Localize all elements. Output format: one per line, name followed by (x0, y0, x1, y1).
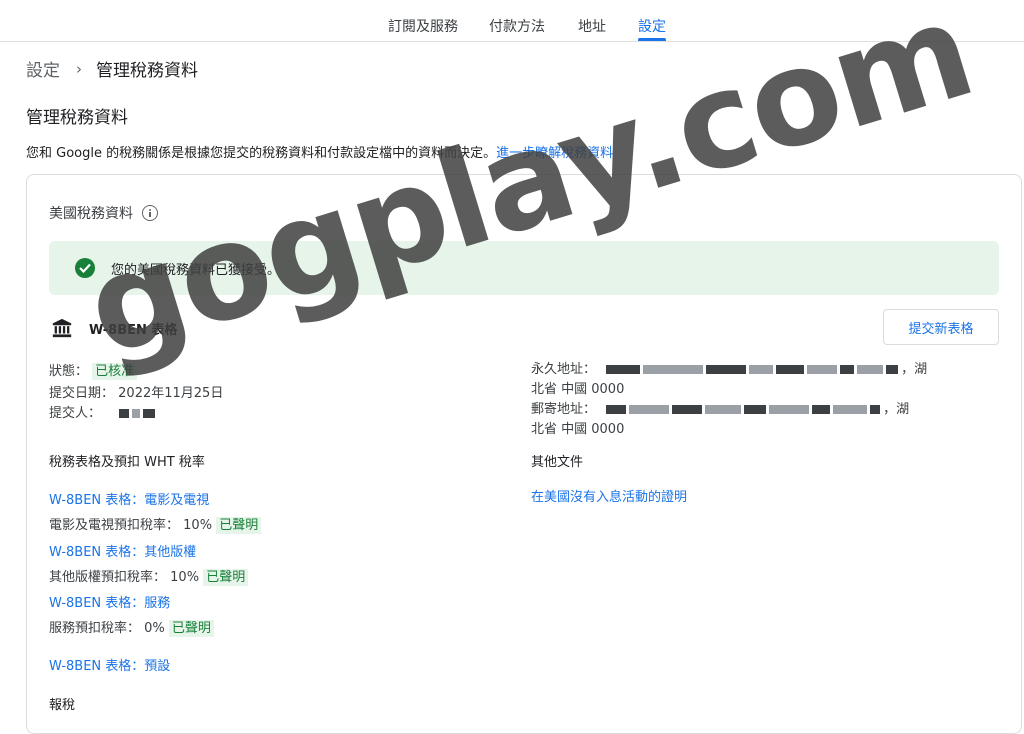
redacted-block (886, 365, 899, 374)
permanent-address-label: 永久地址： (531, 362, 597, 377)
redacted-block (870, 405, 881, 414)
card-title-text: 美國稅務資料 (49, 206, 133, 222)
tab-payment-methods[interactable]: 付款方法 (489, 16, 545, 36)
banner-text: 您的美國稅務資料已獲接受。 (111, 262, 281, 278)
redacted-block (749, 365, 774, 374)
submitter-row: 提交人： (49, 402, 158, 421)
other-docs-title: 其他文件 (531, 455, 584, 470)
status-label: 狀態： (49, 364, 89, 379)
form-link-film-tv[interactable]: W-8BEN 表格：電影及電視 (49, 489, 209, 508)
description-text: 您和 Google 的稅務關係是根據您提交的稅務資料和付款設定檔中的資料而決定。 (26, 146, 497, 161)
redacted-block (706, 365, 747, 374)
redacted-block (807, 365, 838, 374)
status-row: 狀態： 已核准 (49, 360, 138, 380)
redacted-block (769, 405, 810, 414)
active-tab-indicator (638, 38, 666, 41)
redacted-block (776, 365, 805, 374)
permanent-address-row: 永久地址： ，湖 (531, 358, 927, 377)
submitter-label: 提交人： (49, 406, 102, 421)
breadcrumb: 設定 › 管理稅務資料 (26, 56, 198, 82)
submit-date-value: 2022年11月25日 (118, 386, 224, 401)
info-icon[interactable] (142, 205, 158, 221)
tab-settings[interactable]: 設定 (638, 16, 666, 36)
page-title: 管理稅務資料 (26, 108, 128, 128)
tab-subscriptions[interactable]: 訂閱及服務 (388, 16, 458, 36)
redacted-block (606, 405, 627, 414)
rate-value: 0% (144, 621, 165, 636)
redacted-block (119, 409, 130, 418)
redacted-block (672, 405, 703, 414)
submit-date-row: 提交日期： 2022年11月25日 (49, 382, 223, 401)
form-link-services[interactable]: W-8BEN 表格：服務 (49, 592, 170, 611)
status-badge: 已核准 (92, 363, 138, 380)
redacted-block (606, 365, 641, 374)
redacted-block (705, 405, 742, 414)
status-badge: 已聲明 (203, 569, 249, 586)
us-tax-info-card: 美國稅務資料 您的美國稅務資料已獲接受。 W-8BEN 表格 提交新表格 狀態：… (26, 174, 1022, 734)
form-link-default[interactable]: W-8BEN 表格：預設 (49, 655, 170, 674)
submit-date-label: 提交日期： (49, 386, 115, 401)
form-name: W-8BEN 表格 (89, 322, 178, 338)
breadcrumb-settings-link[interactable]: 設定 (26, 56, 60, 81)
permanent-address-end: ，湖 (901, 362, 928, 377)
rate-row-services: 服務預扣稅率： 0% 已聲明 (49, 617, 214, 637)
redacted-block (812, 405, 831, 414)
no-us-income-proof-link[interactable]: 在美國沒有入息活動的證明 (531, 486, 687, 505)
redacted-block (143, 409, 156, 418)
permanent-address-line2: 北省 中國 0000 (531, 382, 625, 397)
rate-value: 10% (183, 518, 213, 533)
chevron-right-icon: › (76, 59, 82, 78)
rate-value: 10% (170, 570, 200, 585)
redacted-block (744, 405, 767, 414)
redacted-block (643, 365, 704, 374)
mailing-address-label: 郵寄地址： (531, 402, 597, 417)
withholding-title: 稅務表格及預扣 WHT 稅率 (49, 455, 205, 470)
rate-row-film-tv: 電影及電視預扣稅率： 10% 已聲明 (49, 514, 262, 534)
status-badge: 已聲明 (216, 517, 262, 534)
rate-label: 服務預扣稅率： (49, 621, 141, 636)
success-banner: 您的美國稅務資料已獲接受。 (49, 241, 999, 295)
reporting-title: 報稅 (49, 698, 76, 713)
form-header: W-8BEN 表格 (51, 317, 177, 339)
status-badge: 已聲明 (168, 620, 214, 637)
tab-addresses[interactable]: 地址 (578, 16, 606, 36)
redacted-block (629, 405, 670, 414)
learn-more-link[interactable]: 進一步瞭解稅務資料 (496, 146, 613, 161)
submit-new-form-button[interactable]: 提交新表格 (883, 309, 999, 345)
page-description: 您和 Google 的稅務關係是根據您提交的稅務資料和付款設定檔中的資料而決定。… (26, 142, 613, 161)
mailing-address-line2: 北省 中國 0000 (531, 422, 625, 437)
rate-label: 電影及電視預扣稅率： (49, 518, 180, 533)
mailing-address-end: ，湖 (883, 402, 910, 417)
rate-label: 其他版權預扣稅率： (49, 570, 167, 585)
redacted-block (857, 365, 884, 374)
redacted-block (840, 365, 855, 374)
top-nav: 訂閱及服務 付款方法 地址 設定 (0, 0, 1024, 42)
breadcrumb-current: 管理稅務資料 (96, 61, 198, 81)
form-link-other-copyright[interactable]: W-8BEN 表格：其他版權 (49, 541, 196, 560)
check-circle-icon (75, 258, 95, 278)
redacted-block (833, 405, 868, 414)
bank-icon (52, 318, 72, 338)
rate-row-other-copyright: 其他版權預扣稅率： 10% 已聲明 (49, 566, 249, 586)
redacted-block (132, 409, 141, 418)
mailing-address-row: 郵寄地址： ，湖 (531, 398, 909, 417)
card-title: 美國稅務資料 (49, 203, 158, 223)
